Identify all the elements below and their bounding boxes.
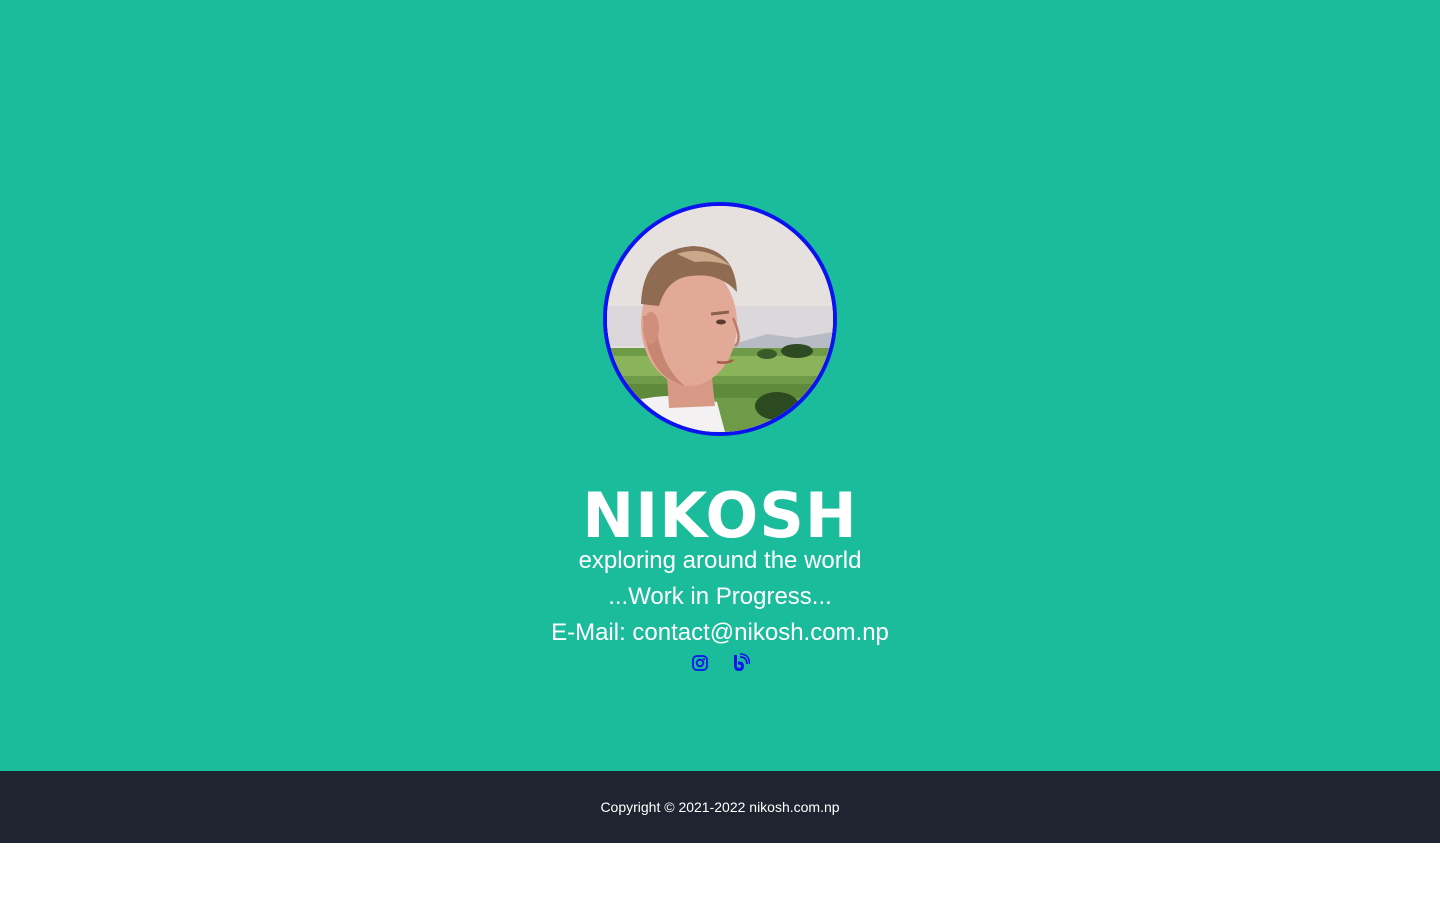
footer: Copyright © 2021-2022 nikosh.com.np: [0, 771, 1440, 843]
social-links: [0, 652, 1440, 674]
blog-icon: [734, 653, 751, 671]
instagram-link[interactable]: [690, 652, 710, 674]
profile-tagline: exploring around the world: [578, 547, 862, 574]
profile-photo: [607, 206, 833, 432]
status-text: ...Work in Progress...: [608, 583, 832, 610]
avatar: [603, 202, 837, 436]
hero-section: NIKOSH exploring around the world ...Wor…: [0, 0, 1440, 771]
blog-link[interactable]: [730, 652, 751, 674]
instagram-icon: [691, 655, 708, 671]
email-text[interactable]: E-Mail: contact@nikosh.com.np: [0, 615, 1440, 651]
copyright-text: Copyright © 2021-2022 nikosh.com.np: [600, 799, 840, 815]
